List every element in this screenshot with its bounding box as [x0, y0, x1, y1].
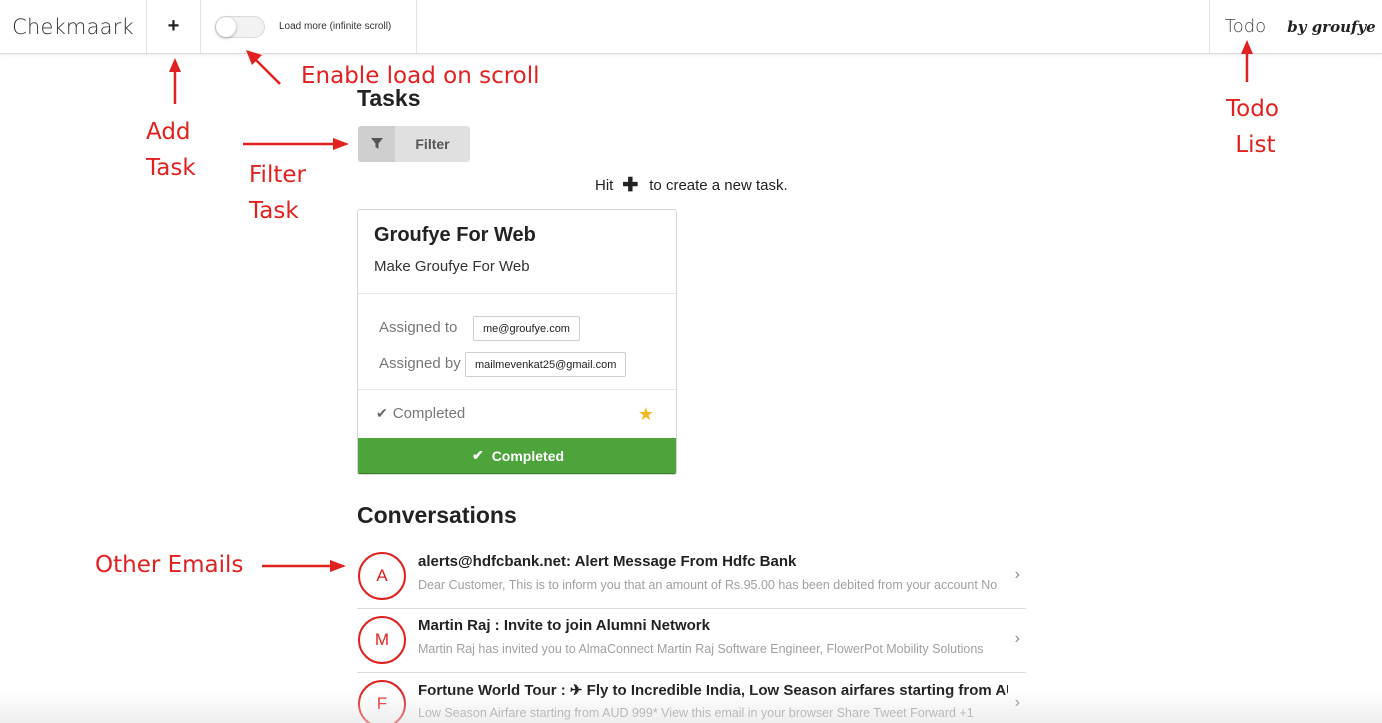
chevron-right-icon: ›: [1014, 630, 1020, 647]
top-bar: Chekmaark + Load more (infinite scroll) …: [0, 0, 1382, 54]
filter-button[interactable]: Filter: [358, 126, 470, 162]
completed-button[interactable]: ✔ Completed: [358, 438, 676, 474]
conversation-preview: Low Season Airfare starting from AUD 999…: [418, 706, 974, 720]
filter-label: Filter: [415, 136, 450, 152]
task-card[interactable]: Groufye For Web Make Groufye For Web Ass…: [357, 209, 677, 475]
conversation-subject: Martin Raj : Invite to join Alumni Netwo…: [418, 617, 710, 634]
conversations-heading: Conversations: [357, 502, 517, 528]
hint-prefix: Hit: [595, 177, 614, 194]
infinite-scroll-toggle[interactable]: [215, 15, 265, 38]
create-task-hint: Hit ✚ to create a new task.: [595, 174, 788, 197]
infinite-scroll-label: Load more (infinite scroll): [279, 21, 392, 32]
annotation-add-task-line2: Task: [146, 155, 196, 181]
conversation-item[interactable]: A alerts@hdfcbank.net: Alert Message Fro…: [357, 545, 1026, 609]
check-icon: ✔: [471, 447, 484, 463]
conversation-item[interactable]: M Martin Raj : Invite to join Alumni Net…: [357, 609, 1026, 673]
conversation-subject: alerts@hdfcbank.net: Alert Message From …: [418, 553, 797, 570]
assigned-by-email: mailmevenkat25@gmail.com: [465, 352, 627, 377]
card-divider: [358, 293, 676, 294]
add-task-button[interactable]: +: [146, 0, 200, 53]
chevron-right-icon: ›: [1014, 566, 1020, 583]
hint-plus-icon: ✚: [622, 175, 639, 196]
add-task-arrow-icon: [169, 58, 181, 104]
filter-arrow-icon: [243, 138, 349, 150]
conversation-subject: Fortune World Tour : ✈ Fly to Incredible…: [418, 682, 1008, 699]
app-brand[interactable]: Chekmaark: [0, 0, 146, 53]
filter-icon: [358, 126, 395, 162]
byline-logo: by groufye: [1287, 17, 1376, 36]
infinite-scroll-control: Load more (infinite scroll): [200, 0, 417, 53]
star-icon[interactable]: ★: [638, 404, 654, 425]
avatar: F: [358, 680, 406, 723]
hint-suffix: to create a new task.: [649, 177, 788, 194]
task-title: Groufye For Web: [374, 224, 536, 246]
annotation-filter-task-line1: Filter: [249, 162, 306, 188]
tasks-heading: Tasks: [357, 85, 421, 111]
task-status: ✔ Completed: [376, 405, 465, 422]
completed-button-label: Completed: [491, 447, 565, 464]
annotation-add-task-line1: Add: [146, 119, 191, 145]
toggle-knob: [216, 16, 236, 37]
todo-arrow-icon: [1241, 40, 1253, 82]
avatar: A: [358, 552, 406, 600]
other-emails-arrow-icon: [262, 560, 346, 572]
annotation-todo-list-line2: List: [1235, 132, 1276, 158]
annotation-add-task: Add Task: [146, 114, 196, 186]
annotation-filter-task: Filter Task: [249, 157, 306, 229]
scroll-toggle-arrow-icon: [246, 50, 281, 85]
task-status-label: Completed: [392, 405, 466, 422]
task-description: Make Groufye For Web: [374, 258, 530, 275]
annotation-todo-list: Todo List: [1226, 91, 1279, 163]
card-divider: [358, 389, 676, 390]
annotation-other-emails: Other Emails: [95, 552, 244, 578]
avatar: M: [358, 616, 406, 664]
conversation-preview: Martin Raj has invited you to AlmaConnec…: [418, 642, 984, 656]
check-icon: ✔: [376, 405, 388, 421]
annotation-todo-list-line1: Todo: [1226, 96, 1279, 122]
annotation-filter-task-line2: Task: [249, 198, 299, 224]
assigned-by-label: Assigned by: [379, 355, 461, 372]
conversation-item[interactable]: F Fortune World Tour : ✈ Fly to Incredib…: [357, 673, 1026, 723]
assigned-to-label: Assigned to: [379, 319, 458, 336]
assigned-to-email: me@groufye.com: [473, 316, 580, 341]
chevron-right-icon: ›: [1014, 694, 1020, 711]
conversation-preview: Dear Customer, This is to inform you tha…: [418, 578, 998, 592]
